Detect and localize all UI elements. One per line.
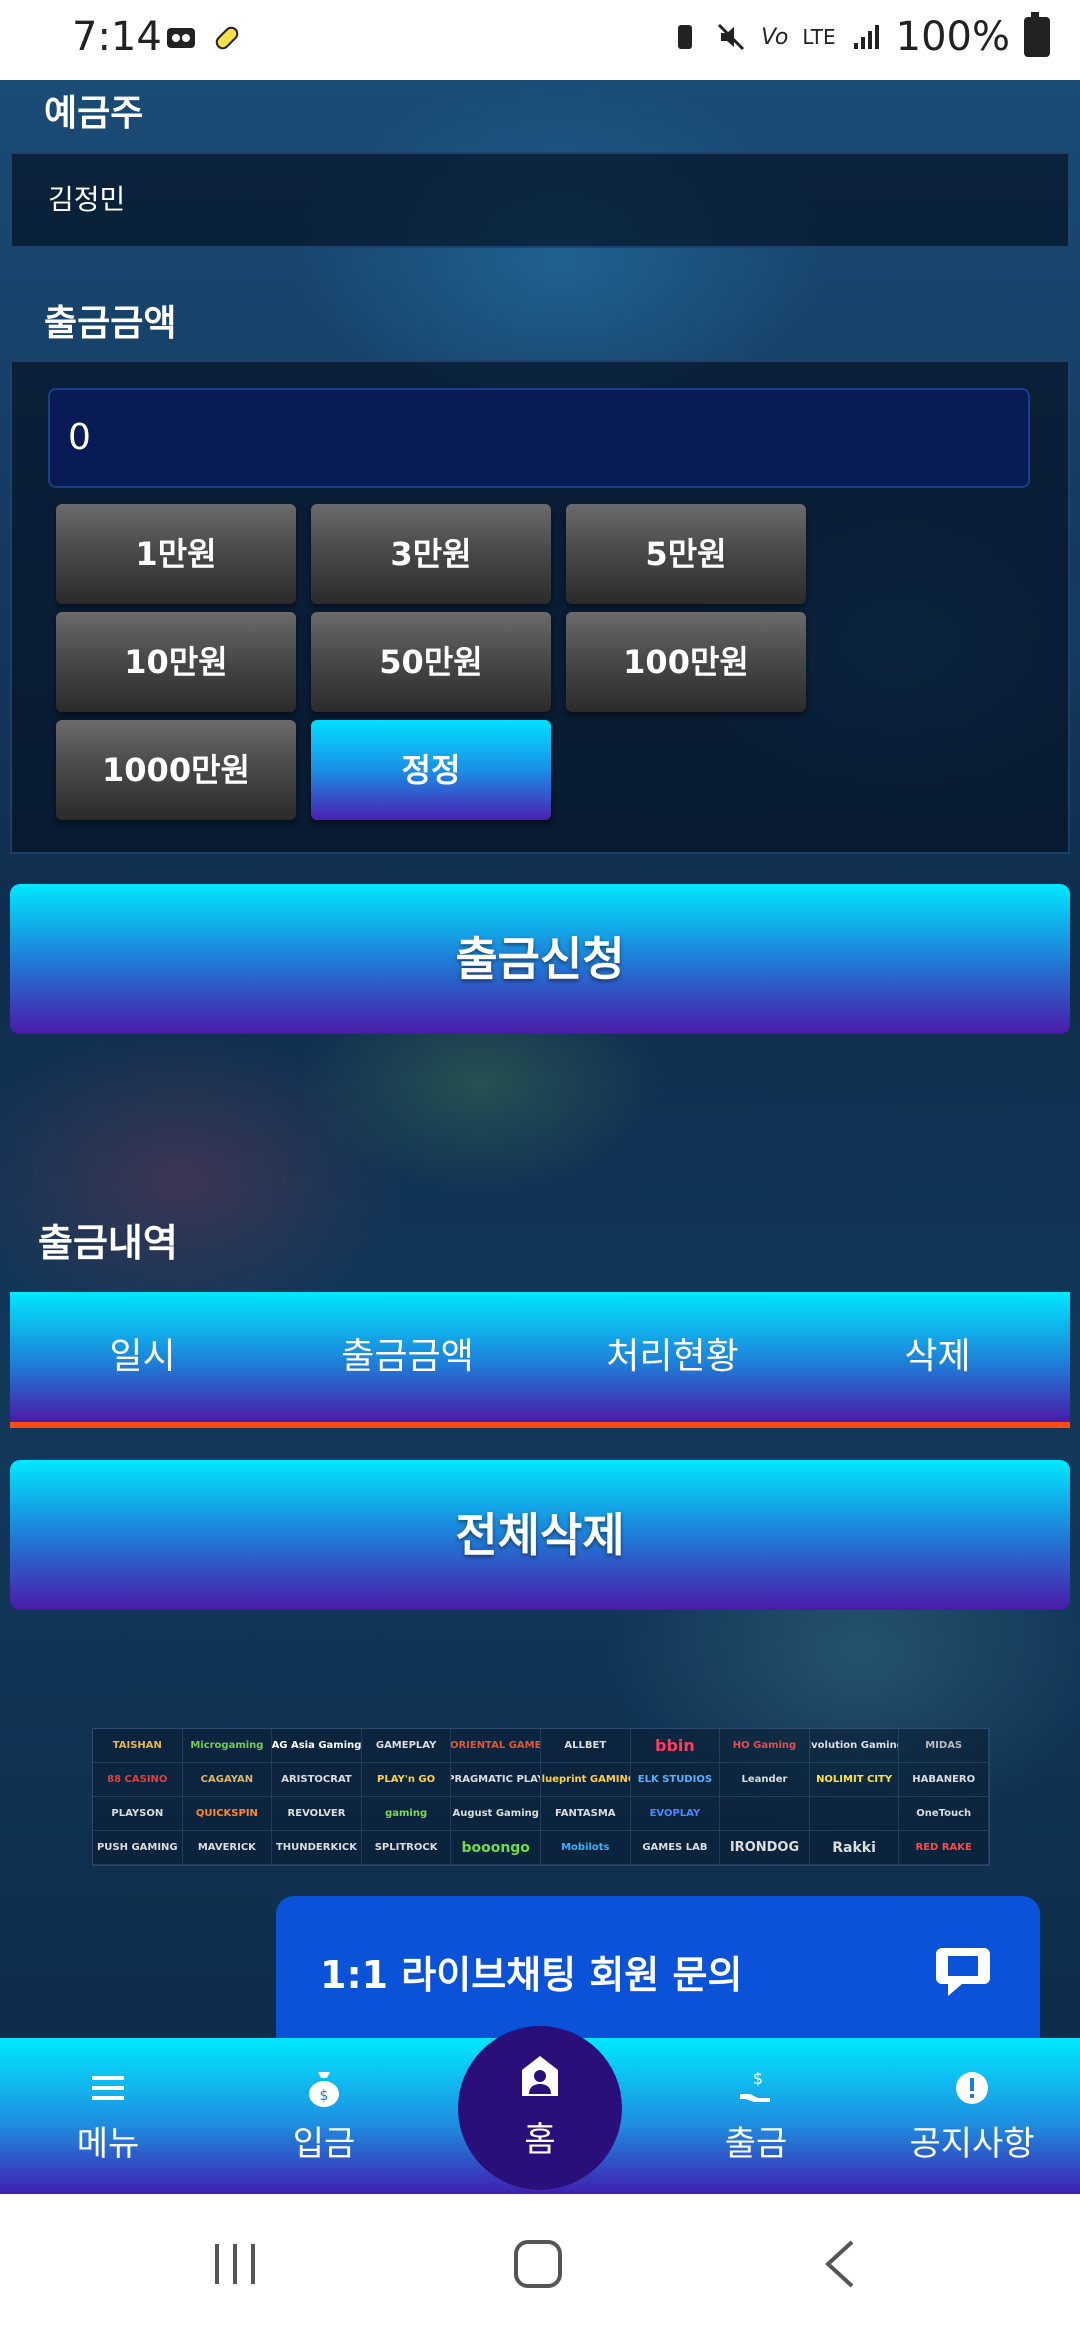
status-bar: 7:14 Vo LTE 100% bbox=[0, 0, 1080, 80]
history-table-header: 일시 출금금액 처리현황 삭제 bbox=[10, 1292, 1070, 1428]
reset-button[interactable]: 정정 bbox=[311, 720, 551, 820]
provider-logo: ELK STUDIOS bbox=[630, 1763, 721, 1797]
provider-logo: TAISHAN bbox=[93, 1729, 183, 1763]
provider-logo: ARISTOCRAT bbox=[272, 1763, 362, 1797]
live-chat-banner[interactable]: 1:1 라이브채팅 회원 문의 bbox=[276, 1896, 1040, 2046]
voicemail-icon bbox=[167, 28, 195, 48]
provider-logo: REVOLVER bbox=[272, 1797, 362, 1831]
chip-50k-button[interactable]: 5만원 bbox=[566, 504, 806, 604]
svg-text:$: $ bbox=[320, 2088, 329, 2104]
provider-logo: booongo bbox=[451, 1831, 541, 1865]
col-status: 처리현황 bbox=[606, 1336, 739, 1377]
home-square-icon[interactable] bbox=[508, 2234, 568, 2294]
chip-30k-button[interactable]: 3만원 bbox=[311, 504, 551, 604]
holder-name: 김정민 bbox=[48, 183, 126, 216]
provider-logo: GAMEPLAY bbox=[361, 1729, 452, 1763]
alert-circle-icon bbox=[956, 2072, 988, 2104]
chip-500k-button[interactable]: 50만원 bbox=[311, 612, 551, 712]
mute-icon bbox=[718, 23, 745, 51]
provider-logo: HO Gaming bbox=[720, 1729, 810, 1763]
col-date: 일시 bbox=[109, 1336, 176, 1377]
provider-logo: RED RAKE bbox=[899, 1831, 989, 1865]
provider-logo: OneTouch bbox=[899, 1797, 989, 1831]
provider-logo: THUNDERKICK bbox=[272, 1831, 362, 1865]
history-title: 출금내역 bbox=[38, 1221, 178, 1265]
system-nav-bar bbox=[0, 2194, 1080, 2340]
provider-logo: Leander bbox=[720, 1763, 810, 1797]
status-time: 7:14 bbox=[72, 14, 162, 60]
battery-icon bbox=[1024, 12, 1050, 57]
hamburger-icon bbox=[92, 2076, 124, 2100]
nav-menu[interactable]: 메뉴 bbox=[18, 2038, 198, 2194]
provider-logo: blueprint GAMING bbox=[540, 1763, 631, 1797]
recent-apps-icon[interactable] bbox=[205, 2234, 265, 2294]
provider-logo: IRONDOG bbox=[720, 1831, 810, 1865]
network-type: LTE bbox=[802, 25, 836, 49]
provider-logo: EVOPLAY bbox=[630, 1797, 721, 1831]
pill-icon bbox=[215, 26, 239, 50]
provider-logo: MIDAS bbox=[899, 1729, 989, 1763]
provider-logo: Rakki bbox=[809, 1831, 900, 1865]
back-chevron-icon[interactable] bbox=[812, 2234, 872, 2294]
provider-logo: 88 CASINO bbox=[93, 1763, 183, 1797]
provider-logo bbox=[809, 1797, 900, 1831]
chat-bubble-icon[interactable] bbox=[932, 1940, 994, 2002]
nav-home[interactable]: 홈 bbox=[458, 2026, 622, 2190]
home-user-icon bbox=[522, 2056, 558, 2096]
withdraw-submit-button[interactable]: 출금신청 bbox=[10, 884, 1070, 1034]
provider-logo: NOLIMIT CITY bbox=[809, 1763, 900, 1797]
provider-logo: CAGAYAN bbox=[182, 1763, 273, 1797]
battery-saver-icon bbox=[678, 25, 693, 49]
amount-label: 출금금액 bbox=[44, 303, 177, 344]
nav-deposit[interactable]: $ 입금 bbox=[234, 2038, 414, 2194]
chip-100k-button[interactable]: 10만원 bbox=[56, 612, 296, 712]
provider-logo bbox=[720, 1797, 810, 1831]
provider-logo: August Gaming bbox=[451, 1797, 541, 1831]
provider-logo: PLAYSON bbox=[93, 1797, 183, 1831]
live-chat-label: 1:1 라이브채팅 회원 문의 bbox=[320, 1953, 743, 1997]
provider-logo: ALLBET bbox=[540, 1729, 631, 1763]
money-bag-icon: $ bbox=[309, 2072, 339, 2107]
provider-logo-grid: TAISHAN Microgaming AG Asia Gaming GAMEP… bbox=[92, 1728, 990, 1866]
provider-logo: FANTASMA bbox=[540, 1797, 631, 1831]
holder-panel bbox=[10, 152, 1070, 248]
holder-label: 예금주 bbox=[44, 93, 144, 134]
provider-logo: bbin bbox=[630, 1729, 721, 1763]
provider-logo: gaming bbox=[361, 1797, 452, 1831]
volte-icon: Vo bbox=[761, 24, 789, 50]
nav-notice[interactable]: 공지사항 bbox=[882, 2038, 1062, 2194]
provider-logo: GAMES LAB bbox=[630, 1831, 721, 1865]
hand-coin-icon: $ bbox=[740, 2069, 770, 2102]
nav-withdraw[interactable]: $ 출금 bbox=[666, 2038, 846, 2194]
provider-logo: AG Asia Gaming bbox=[272, 1729, 362, 1763]
provider-logo: QUICKSPIN bbox=[182, 1797, 273, 1831]
provider-logo: ORIENTAL GAME bbox=[451, 1729, 541, 1763]
provider-logo: HABANERO bbox=[899, 1763, 989, 1797]
provider-logo: Microgaming bbox=[182, 1729, 273, 1763]
col-amount: 출금금액 bbox=[341, 1336, 474, 1377]
signal-icon bbox=[853, 25, 879, 49]
col-delete: 삭제 bbox=[904, 1336, 971, 1377]
provider-logo: SPLITROCK bbox=[361, 1831, 452, 1865]
provider-logo: MAVERICK bbox=[182, 1831, 273, 1865]
provider-logo: Evolution Gaming bbox=[809, 1729, 900, 1763]
delete-all-button[interactable]: 전체삭제 bbox=[10, 1460, 1070, 1610]
provider-logo: PLAY'n GO bbox=[361, 1763, 452, 1797]
svg-text:$: $ bbox=[753, 2069, 763, 2088]
provider-logo: Mobilots bbox=[540, 1831, 631, 1865]
battery-percent: 100% bbox=[895, 14, 1010, 60]
chip-10k-button[interactable]: 1만원 bbox=[56, 504, 296, 604]
provider-logo: PRAGMATIC PLAY bbox=[451, 1763, 541, 1797]
chip-1m-button[interactable]: 100만원 bbox=[566, 612, 806, 712]
provider-logo: PUSH GAMING bbox=[93, 1831, 183, 1865]
amount-input[interactable]: 0 bbox=[48, 388, 1030, 488]
chip-10m-button[interactable]: 1000만원 bbox=[56, 720, 296, 820]
